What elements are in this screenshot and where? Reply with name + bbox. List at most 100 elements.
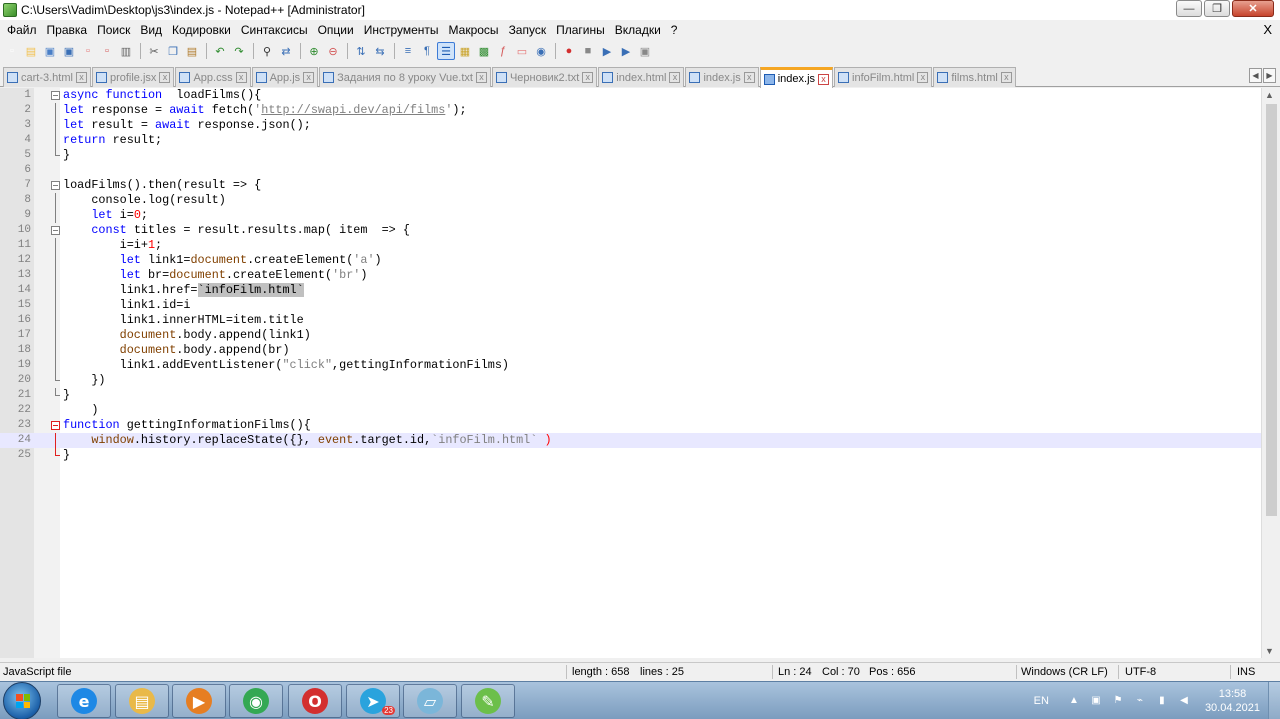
menu-item[interactable]: Синтаксисы <box>236 23 313 37</box>
clock[interactable]: 13:58 30.04.2021 <box>1205 687 1260 715</box>
zoom-in-icon[interactable]: ⊕ <box>305 42 323 60</box>
udl-icon[interactable]: ▦ <box>456 42 474 60</box>
tab-close-icon[interactable]: x <box>582 72 594 83</box>
code-line[interactable]: 6 <box>0 163 1261 178</box>
stop-macro-icon[interactable]: ■ <box>579 42 597 60</box>
code-line[interactable]: 20 }) <box>0 373 1261 388</box>
tab[interactable]: index.js x <box>759 67 834 88</box>
cut-icon[interactable]: ✂ <box>145 42 163 60</box>
code-line[interactable]: 14 link1.href=`infoFilm.html` <box>0 283 1261 298</box>
tab[interactable]: cart-3.html x <box>3 67 91 87</box>
fold-toggle-icon[interactable] <box>51 88 61 103</box>
code-line[interactable]: 5} <box>0 148 1261 163</box>
code-line[interactable]: 13 let br=document.createElement('br') <box>0 268 1261 283</box>
doc-map-icon[interactable]: ▩ <box>475 42 493 60</box>
start-button[interactable] <box>3 682 41 719</box>
close-document-button[interactable]: X <box>1263 22 1272 37</box>
tab-scroll-left-button[interactable]: ◀ <box>1249 68 1262 83</box>
play-macro-icon[interactable]: ▶ <box>598 42 616 60</box>
fold-toggle-icon[interactable] <box>51 178 61 193</box>
vertical-scrollbar[interactable]: ▲ ▼ <box>1261 88 1280 658</box>
action-center-icon[interactable]: ⚑ <box>1111 694 1125 708</box>
minimize-button[interactable]: — <box>1176 0 1202 17</box>
taskbar-app-button[interactable]: ✎ <box>461 684 515 718</box>
print-icon[interactable]: ▥ <box>117 42 135 60</box>
code-line[interactable]: 16 link1.innerHTML=item.title <box>0 313 1261 328</box>
menu-item[interactable]: Инструменты <box>359 23 444 37</box>
sync-vertical-icon[interactable]: ⇅ <box>352 42 370 60</box>
undo-icon[interactable]: ↶ <box>211 42 229 60</box>
menu-item[interactable]: Запуск <box>504 23 552 37</box>
tab[interactable]: Черновик2.txt x <box>491 67 598 87</box>
save-all-icon[interactable]: ▣ <box>60 42 78 60</box>
code-line[interactable]: 7 loadFilms().then(result => { <box>0 178 1261 193</box>
scroll-up-icon[interactable]: ▲ <box>1265 90 1274 100</box>
tab[interactable]: index.html x <box>598 67 685 87</box>
menu-item[interactable]: Поиск <box>92 23 135 37</box>
folder-workspace-icon[interactable]: ▭ <box>513 42 531 60</box>
new-file-icon[interactable]: ▫ <box>3 42 21 60</box>
menu-item[interactable]: Опции <box>313 23 359 37</box>
fold-toggle-icon[interactable] <box>51 418 61 433</box>
tab[interactable]: index.js x <box>685 67 759 87</box>
open-file-icon[interactable]: ▤ <box>22 42 40 60</box>
network-icon[interactable]: ▮ <box>1155 694 1169 708</box>
tab[interactable]: App.css x <box>175 67 251 87</box>
tab-close-icon[interactable]: x <box>818 73 830 85</box>
tab-close-icon[interactable]: x <box>303 72 315 83</box>
tab-close-icon[interactable]: x <box>159 72 171 83</box>
tab-scroll-right-button[interactable]: ▶ <box>1263 68 1276 83</box>
code-line[interactable]: 24 window.history.replaceState({}, event… <box>0 433 1261 448</box>
tab-close-icon[interactable]: x <box>1000 72 1012 83</box>
code-line[interactable]: 17 document.body.append(link1) <box>0 328 1261 343</box>
tray-app-icon[interactable]: ▣ <box>1089 694 1103 708</box>
tab-close-icon[interactable]: x <box>917 72 929 83</box>
show-desktop-button[interactable] <box>1268 682 1280 719</box>
code-line[interactable]: 23 function gettingInformationFilms(){ <box>0 418 1261 433</box>
word-wrap-icon[interactable]: ≡ <box>399 42 417 60</box>
close-all-icon[interactable]: ▫ <box>98 42 116 60</box>
redo-icon[interactable]: ↷ <box>230 42 248 60</box>
tab[interactable]: infoFilm.html x <box>834 67 933 87</box>
tab[interactable]: Задания по 8 уроку Vue.txt x <box>319 67 491 87</box>
taskbar-app-button[interactable]: ▤ <box>115 684 169 718</box>
code-line[interactable]: 19 link1.addEventListener("click",gettin… <box>0 358 1261 373</box>
code-line[interactable]: 15 link1.id=i <box>0 298 1261 313</box>
code-editor[interactable]: 1 async function loadFilms(){2 let respons… <box>0 88 1261 658</box>
find-icon[interactable]: ⚲ <box>258 42 276 60</box>
tab[interactable]: profile.jsx x <box>91 67 175 87</box>
indent-guide-icon[interactable]: ☰ <box>437 42 455 60</box>
tab[interactable]: films.html x <box>933 67 1016 87</box>
usb-device-icon[interactable]: ⌁ <box>1133 694 1147 708</box>
scroll-down-icon[interactable]: ▼ <box>1265 646 1274 656</box>
zoom-out-icon[interactable]: ⊖ <box>324 42 342 60</box>
code-line[interactable]: 11 i=i+1; <box>0 238 1261 253</box>
play-multiple-icon[interactable]: ▶ <box>617 42 635 60</box>
save-icon[interactable]: ▣ <box>41 42 59 60</box>
code-line[interactable]: 10 const titles = result.results.map( it… <box>0 223 1261 238</box>
record-macro-icon[interactable]: ● <box>560 42 578 60</box>
menu-item[interactable]: Макросы <box>444 23 504 37</box>
volume-icon[interactable]: ◀ <box>1177 694 1191 708</box>
sync-horizontal-icon[interactable]: ⇆ <box>371 42 389 60</box>
taskbar-app-button[interactable]: ▶ <box>172 684 226 718</box>
fold-toggle-icon[interactable] <box>51 223 61 238</box>
language-indicator[interactable]: EN <box>1034 695 1049 707</box>
code-line[interactable]: 2 let response = await fetch('http://swap… <box>0 103 1261 118</box>
close-file-icon[interactable]: ▫ <box>79 42 97 60</box>
tab-close-icon[interactable]: x <box>235 72 247 83</box>
monitoring-icon[interactable]: ◉ <box>532 42 550 60</box>
code-line[interactable]: 1 async function loadFilms(){ <box>0 88 1261 103</box>
menu-item[interactable]: Кодировки <box>167 23 236 37</box>
tab-close-icon[interactable]: x <box>669 72 681 83</box>
paste-icon[interactable]: ▤ <box>183 42 201 60</box>
tab[interactable]: App.js x <box>251 67 319 87</box>
taskbar-app-button[interactable]: ➤ 23 <box>346 684 400 718</box>
show-all-chars-icon[interactable]: ¶ <box>418 42 436 60</box>
save-macro-icon[interactable]: ▣ <box>636 42 654 60</box>
code-line[interactable]: 8 console.log(result) <box>0 193 1261 208</box>
menu-item[interactable]: Файл <box>2 23 42 37</box>
scrollbar-thumb[interactable] <box>1266 104 1277 516</box>
menu-item[interactable]: ? <box>666 23 683 37</box>
taskbar-app-button[interactable]: O <box>288 684 342 718</box>
